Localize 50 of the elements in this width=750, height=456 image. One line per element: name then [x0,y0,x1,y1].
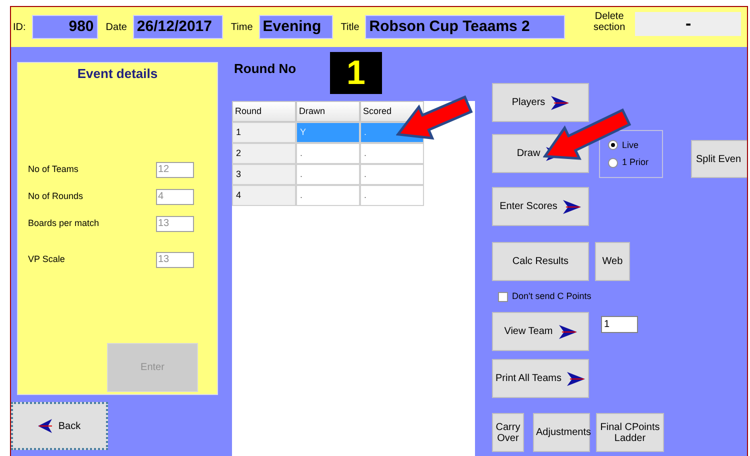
enter-scores-button[interactable]: Enter Scores [492,187,589,226]
field-label: ID: [13,20,26,34]
table-cell: . [296,164,360,185]
split-event-button[interactable]: Split Even [691,140,747,178]
column-header[interactable]: Round [232,101,296,122]
players-button[interactable]: Players [492,83,589,122]
field-label: Delete section [592,11,626,33]
arrow-icon [551,96,570,110]
field-label: Boards per match [28,216,100,230]
header-field[interactable]: 980 [32,15,98,39]
header-field[interactable]: 26/12/2017 [132,15,223,39]
row-header[interactable]: 4 [232,185,296,206]
panel-title: Event details [76,65,159,83]
view-team-button[interactable]: View Team [492,312,589,351]
row-header[interactable]: 3 [232,164,296,185]
calc-results-button[interactable]: Calc Results [492,242,589,281]
round-no-label: Round No [234,60,296,78]
arrow-icon [558,324,577,338]
back-button[interactable]: Back [11,402,108,450]
table-cell: . [296,143,360,164]
action-button[interactable]: Adjustments [533,413,590,452]
print-all-teams-button[interactable]: Print All Teams [492,359,589,398]
team-number-field[interactable]: 1 [601,316,638,333]
field-label: Title [340,20,360,34]
back-arrow-icon [38,419,52,433]
field-label: No of Rounds [28,190,84,203]
action-button[interactable]: Final CPoints Ladder [596,413,664,452]
table-cell: . [360,185,424,206]
field-label: Time [230,20,253,34]
delete-section-field[interactable]: - [635,12,742,36]
dont-send-checkbox[interactable]: Don't send C Points [498,290,747,303]
table-cell: . [360,143,424,164]
column-header[interactable]: Drawn [296,101,360,122]
round-number-display: 1 [330,52,382,94]
field-label: Date [106,20,127,34]
table-cell: Y [296,122,360,143]
row-header[interactable]: 1 [232,122,296,143]
table-cell: . [296,185,360,206]
header-field[interactable]: Robson Cup Teaams 2 [365,15,566,39]
header-field[interactable]: Evening [258,15,333,39]
arrow-icon [567,372,586,386]
field-label: VP Scale [28,252,66,266]
action-button[interactable]: Carry Over [492,413,524,452]
radio-option[interactable]: Live [608,138,662,152]
field-label: No of Teams [28,162,80,176]
radio-option[interactable]: 1 Prior [608,156,662,170]
web-button[interactable]: Web [595,242,630,281]
arrow-icon [563,200,582,214]
table-cell: . [360,164,424,185]
row-header[interactable]: 2 [232,143,296,164]
